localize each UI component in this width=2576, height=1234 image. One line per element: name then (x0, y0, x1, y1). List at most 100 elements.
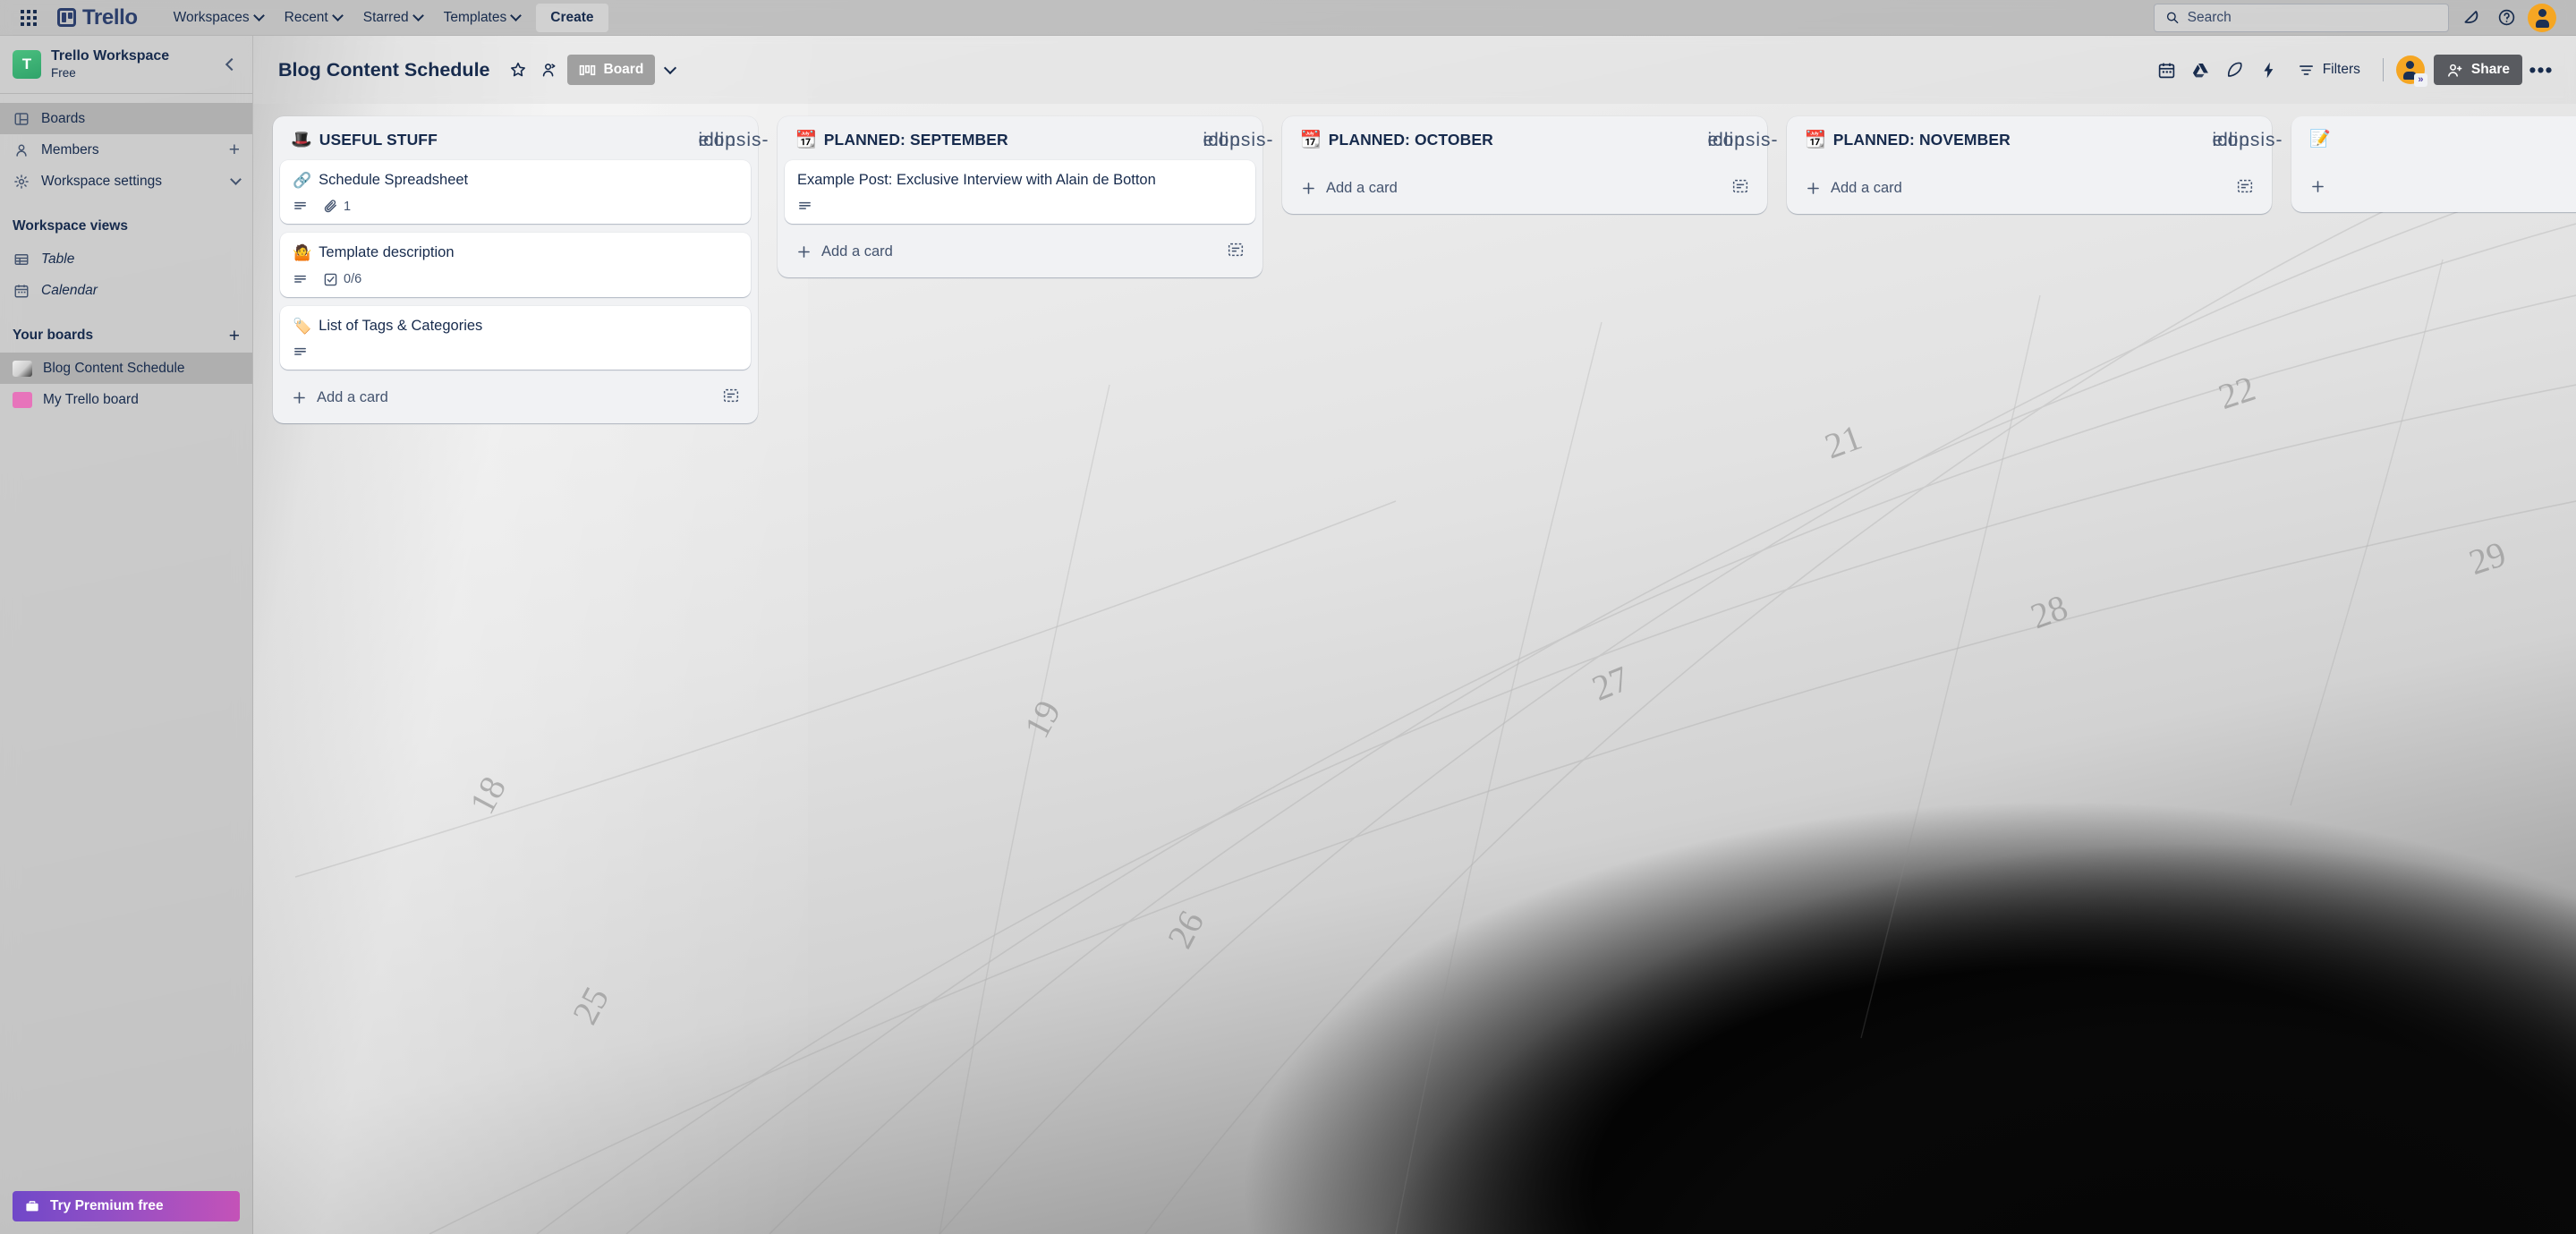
person-icon (13, 141, 30, 159)
add-a-card-button[interactable]: Add a card (280, 379, 751, 416)
chevron-down-icon (252, 10, 265, 21)
card-badges (797, 199, 1243, 214)
description-icon (294, 348, 306, 356)
sidebar-item-boards[interactable]: Boards (0, 103, 252, 135)
card-template-icon[interactable] (1227, 241, 1245, 263)
notifications-bell-icon[interactable] (2456, 4, 2485, 32)
list-actions-ellipsis-icon[interactable]: ellipsis-icon (2213, 125, 2283, 156)
sidebar-item-calendar[interactable]: Calendar (0, 275, 252, 306)
avatar-body (2535, 19, 2549, 28)
gear-icon (13, 173, 30, 191)
nav-workspaces[interactable]: Workspaces (163, 4, 274, 32)
card-example-post[interactable]: Example Post: Exclusive Interview with A… (785, 160, 1255, 225)
board-icon (13, 110, 30, 128)
card-template-icon[interactable] (1731, 177, 1749, 200)
card-badges: 0/6 (293, 272, 738, 287)
card-title-text: Schedule Spreadsheet (319, 172, 469, 188)
add-a-card-label: Add a card (1831, 179, 1902, 196)
list-useful-stuff: 🎩 USEFUL STUFF ellipsis-icon 🔗 Schedule … (273, 116, 769, 424)
plus-icon (798, 246, 810, 258)
nav-starred[interactable]: Starred (353, 4, 433, 32)
help-question-icon[interactable] (2492, 4, 2521, 32)
add-member-icon[interactable]: + (229, 140, 240, 159)
sidebar-item-table[interactable]: Table (0, 243, 252, 275)
list-title[interactable]: 🎩 USEFUL STUFF (291, 131, 438, 149)
list-title[interactable]: 📆 PLANNED: NOVEMBER (1805, 131, 2011, 149)
list-header: 📝 (2299, 127, 2576, 148)
link-icon: 🔗 (293, 172, 312, 189)
chevron-down-icon[interactable] (230, 174, 242, 186)
label-tag-icon: 🏷️ (293, 317, 312, 335)
share-button[interactable]: Share (2433, 55, 2522, 85)
nav-templates[interactable]: Templates (433, 4, 531, 32)
list-actions-ellipsis-icon[interactable]: ellipsis-icon (1203, 125, 1273, 156)
list-title-text: PLANNED: SEPTEMBER (823, 131, 1008, 149)
search-input[interactable] (2187, 9, 2437, 26)
board-member-avatar[interactable]: » (2395, 55, 2427, 87)
sidebar-board-blog-content-schedule[interactable]: Blog Content Schedule (0, 353, 252, 385)
plus-icon (1807, 182, 1819, 194)
memo-icon: 📝 (2309, 130, 2331, 149)
card-list-of-tags-categories[interactable]: 🏷️ List of Tags & Categories (280, 305, 751, 370)
person-add-icon (2447, 64, 2462, 77)
board-title[interactable]: Blog Content Schedule (278, 59, 490, 81)
list-header: 📆 PLANNED: SEPTEMBER ellipsis-icon (785, 127, 1273, 149)
card-template-description[interactable]: 🤷 Template description 0/6 (280, 233, 751, 297)
shrug-icon: 🤷 (293, 244, 312, 262)
create-board-icon[interactable]: + (229, 327, 240, 345)
board-view-switcher[interactable]: Board (566, 55, 656, 85)
add-a-card-button[interactable]: Add a card (785, 233, 1255, 270)
star-icon[interactable] (503, 55, 533, 85)
try-premium-free-button[interactable]: Try Premium free (13, 1191, 240, 1221)
avatar-head (2406, 61, 2415, 69)
workspace-visible-icon[interactable] (533, 55, 564, 85)
automation-bolt-icon[interactable] (2254, 55, 2284, 85)
google-drive-icon[interactable] (2186, 55, 2216, 85)
add-a-card-button[interactable] (2299, 167, 2576, 205)
list-title[interactable]: 📆 PLANNED: OCTOBER (1300, 131, 1493, 149)
workspace-header[interactable]: T Trello Workspace Free (0, 36, 252, 95)
sidebar-members-label: Members (41, 141, 99, 157)
search-box[interactable] (2154, 3, 2449, 32)
list-title[interactable]: 📝 (2309, 131, 2331, 148)
trello-logo[interactable]: Trello (52, 2, 143, 34)
calendar-emoji-icon: 📆 (1805, 131, 1826, 149)
sidebar-board-my-trello-board[interactable]: My Trello board (0, 384, 252, 415)
list-header: 📆 PLANNED: NOVEMBER ellipsis-icon (1794, 127, 2283, 149)
attachment-badge: 1 (323, 199, 351, 214)
rocket-icon[interactable] (2220, 55, 2250, 85)
sidebar-item-members[interactable]: Members + (0, 134, 252, 166)
collapse-sidebar-icon[interactable] (218, 53, 242, 76)
list-title[interactable]: 📆 PLANNED: SEPTEMBER (795, 131, 1008, 149)
workspace-views-heading: Workspace views (13, 218, 128, 234)
create-button[interactable]: Create (536, 3, 608, 32)
calendar-power-up-icon[interactable] (2152, 55, 2182, 85)
card-title: 🔗 Schedule Spreadsheet (293, 170, 738, 191)
board-view-chevron-down-icon[interactable] (655, 55, 685, 85)
search-icon (2166, 12, 2179, 24)
nav-recent[interactable]: Recent (274, 4, 353, 32)
nav-starred-label: Starred (362, 9, 409, 25)
description-icon (294, 202, 306, 210)
card-template-icon[interactable] (2236, 177, 2254, 200)
list-partially-visible: 📝 (2291, 116, 2576, 212)
list-actions-ellipsis-icon[interactable]: ellipsis-icon (699, 125, 769, 156)
account-avatar[interactable] (2528, 3, 2556, 32)
card-title-text: Template description (319, 244, 455, 261)
list-actions-ellipsis-icon[interactable]: ellipsis-icon (1708, 125, 1778, 156)
board-menu-ellipsis-icon[interactable]: ••• (2526, 55, 2556, 85)
card-template-icon[interactable] (722, 387, 740, 409)
add-a-card-label: Add a card (821, 243, 893, 260)
sidebar-item-workspace-settings[interactable]: Workspace settings (0, 166, 252, 197)
add-a-card-label: Add a card (1326, 179, 1398, 196)
app-switcher-icon[interactable] (14, 4, 43, 32)
calendar-emoji-icon: 📆 (1300, 131, 1322, 149)
nav-recent-label: Recent (284, 9, 328, 25)
workspace-sidebar: T Trello Workspace Free Boards Members + (0, 36, 253, 1234)
add-a-card-button[interactable]: Add a card (1289, 169, 1760, 207)
filters-button[interactable]: Filters (2288, 55, 2370, 85)
list-header: 🎩 USEFUL STUFF ellipsis-icon (280, 127, 769, 149)
sidebar-board-label: My Trello board (43, 391, 139, 407)
add-a-card-button[interactable]: Add a card (1794, 169, 2265, 207)
card-schedule-spreadsheet[interactable]: 🔗 Schedule Spreadsheet 1 (280, 160, 751, 225)
